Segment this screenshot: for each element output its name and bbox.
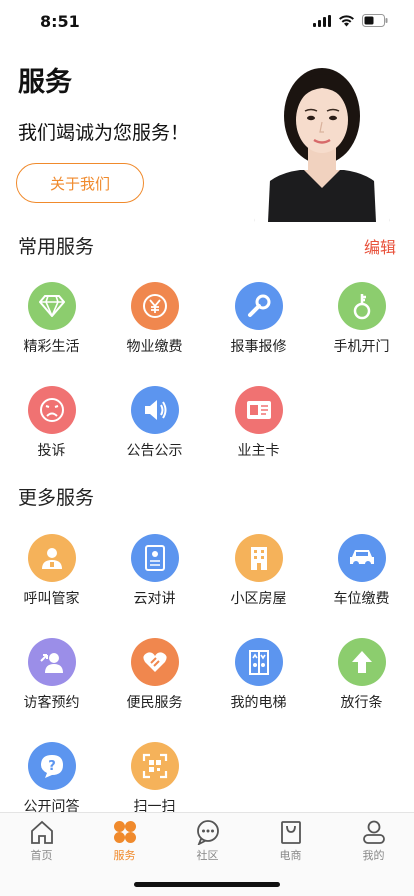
intercom-icon — [130, 534, 179, 582]
service-label: 投诉 — [37, 443, 66, 459]
diamond-icon — [27, 282, 76, 330]
common-services-title: 常用服务 — [18, 236, 95, 258]
more-services-title: 更多服务 — [18, 487, 95, 509]
tab-home[interactable]: 首页 — [0, 819, 83, 863]
tab-label: 社区 — [196, 849, 219, 862]
service-item-door-open[interactable]: 手机开门 — [310, 276, 413, 372]
tab-label: 我的 — [362, 849, 385, 862]
service-item-elevator[interactable]: 我的电梯 — [207, 632, 310, 728]
about-us-button[interactable]: 关于我们 — [16, 163, 144, 203]
tab-ecommerce[interactable]: 电商 — [249, 819, 332, 863]
home-icon — [30, 820, 53, 844]
tab-label: 电商 — [279, 849, 302, 862]
service-label: 手机开门 — [333, 339, 390, 355]
service-label: 小区房屋 — [230, 591, 287, 607]
hero-section: 服务 我们竭诚为您服务！ 关于我们 — [0, 44, 414, 224]
service-label: 报事报修 — [230, 339, 287, 355]
service-label: 放行条 — [340, 695, 383, 711]
page-title: 服务 — [18, 67, 72, 98]
status-bar: 8:51 — [0, 0, 414, 44]
question-icon: ? — [27, 742, 76, 790]
service-icon — [113, 821, 136, 843]
home-indicator — [134, 882, 280, 887]
signal-icon — [313, 14, 331, 27]
sad-face-icon — [27, 386, 76, 434]
visitor-icon — [27, 638, 76, 686]
service-item-release-pass[interactable]: 放行条 — [310, 632, 413, 728]
chat-icon — [196, 820, 219, 845]
speaker-icon — [130, 386, 179, 434]
yen-icon — [130, 282, 179, 330]
service-label: 云对讲 — [133, 591, 176, 607]
service-item-call-butler[interactable]: 呼叫管家 — [0, 528, 103, 624]
service-label: 访客预约 — [23, 695, 80, 711]
wifi-icon — [339, 14, 354, 26]
status-time: 8:51 — [40, 12, 80, 31]
tab-label: 首页 — [30, 849, 53, 862]
service-item-repair[interactable]: 报事报修 — [207, 276, 310, 372]
tab-community[interactable]: 社区 — [166, 819, 249, 863]
heart-hand-icon — [130, 638, 179, 686]
service-item-complaint[interactable]: 投诉 — [0, 380, 103, 476]
svg-text:?: ? — [48, 759, 56, 774]
elevator-icon — [234, 638, 283, 686]
wrench-icon — [234, 282, 283, 330]
car-icon — [337, 534, 386, 582]
service-label: 便民服务 — [126, 695, 183, 711]
service-label: 业主卡 — [237, 443, 280, 459]
tab-label: 服务 — [113, 849, 136, 862]
building-icon — [234, 534, 283, 582]
tab-profile[interactable]: 我的 — [332, 819, 414, 863]
service-agent-photo — [248, 56, 396, 222]
service-item-intercom[interactable]: 云对讲 — [103, 528, 206, 624]
user-icon — [362, 820, 385, 844]
service-item-parking-fee[interactable]: 车位缴费 — [310, 528, 413, 624]
key-icon — [337, 282, 386, 330]
service-label: 精彩生活 — [23, 339, 80, 355]
card-icon — [234, 386, 283, 434]
battery-icon — [362, 14, 388, 27]
service-item-announcement[interactable]: 公告公示 — [103, 380, 206, 476]
service-label: 呼叫管家 — [23, 591, 80, 607]
service-item-housing[interactable]: 小区房屋 — [207, 528, 310, 624]
tab-service[interactable]: 服务 — [83, 819, 166, 863]
service-item-property-fee[interactable]: 物业缴费 — [103, 276, 206, 372]
service-item-convenience[interactable]: 便民服务 — [103, 632, 206, 728]
status-icons — [313, 14, 388, 27]
service-item-jingcai[interactable]: 精彩生活 — [0, 276, 103, 372]
scan-icon — [130, 742, 179, 790]
butler-icon — [27, 534, 76, 582]
service-label: 车位缴费 — [333, 591, 390, 607]
service-item-owner-card[interactable]: 业主卡 — [207, 380, 310, 476]
edit-link[interactable]: 编辑 — [364, 234, 396, 258]
arrow-up-icon — [337, 638, 386, 686]
service-label: 我的电梯 — [230, 695, 287, 711]
service-label: 物业缴费 — [126, 339, 183, 355]
service-label: 公告公示 — [126, 443, 183, 459]
service-item-visitor[interactable]: 访客预约 — [0, 632, 103, 728]
hero-subtitle: 我们竭诚为您服务！ — [18, 122, 190, 144]
shopping-bag-icon — [280, 821, 301, 844]
